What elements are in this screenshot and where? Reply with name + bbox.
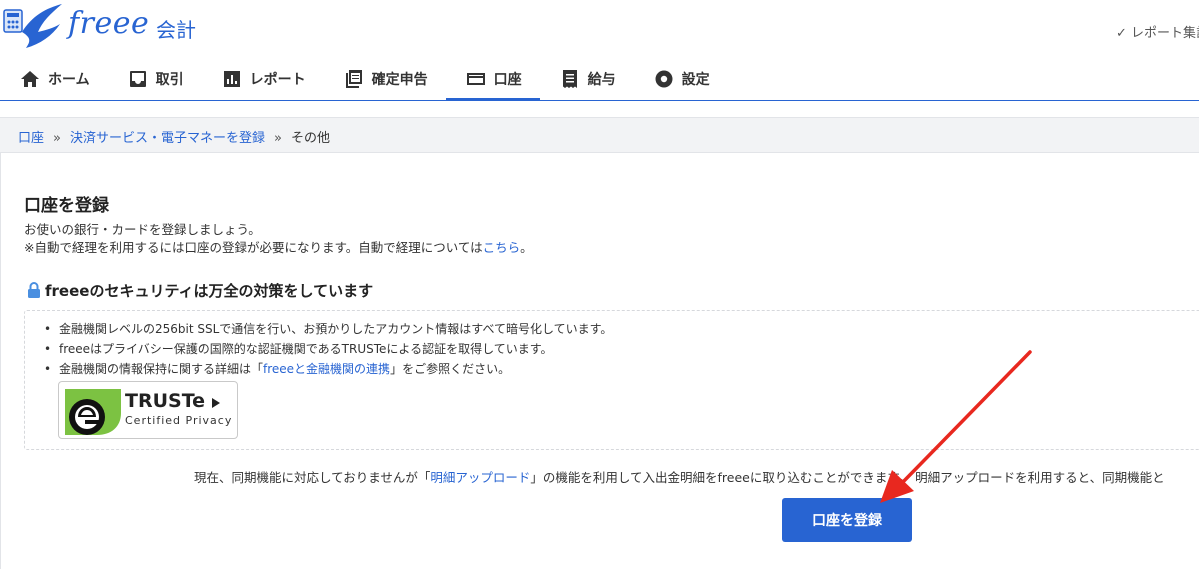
truste-badge[interactable]: TRUSTe Certified Privacy	[58, 381, 238, 439]
play-triangle-icon	[212, 398, 220, 408]
report-aggregation-link[interactable]: ✓ レポート集計	[1116, 22, 1199, 41]
nav-label: 給与	[587, 72, 616, 88]
home-icon	[21, 71, 39, 87]
page-note: ※自動で経理を利用するには口座の登録が必要になります。自動で経理についてはこちら…	[24, 237, 533, 256]
main-content: 口座を登録 お使いの銀行・カードを登録しましょう。 ※自動で経理を利用するには口…	[0, 153, 1199, 569]
document-stack-icon	[345, 70, 362, 88]
security-heading: freeeのセキュリティは万全の対策をしています	[27, 280, 373, 301]
nav-label: レポート	[249, 72, 306, 88]
nav-label: 口座	[493, 72, 522, 88]
card-icon	[466, 73, 485, 85]
page-title: 口座を登録	[24, 196, 109, 216]
bar-chart-icon	[223, 71, 240, 87]
nav-label: 確定申告	[371, 72, 428, 88]
upload-note-suffix: 」の機能を利用して入出金明細をfreeeに取り込むことができます。 明細アップロ…	[530, 470, 1165, 485]
upload-note-text: 現在、同期機能に対応しておりませんが「	[194, 470, 431, 485]
breadcrumb-link-payment-services[interactable]: 決済サービス・電子マネーを登録	[70, 131, 265, 146]
nav-item-transactions[interactable]: 取引	[108, 58, 202, 100]
page-note-text: ※自動で経理を利用するには口座の登録が必要になります。自動で経理については	[24, 240, 483, 255]
freee-logo[interactable]: freee 会計	[2, 2, 212, 54]
gear-icon	[655, 70, 673, 88]
breadcrumb-separator: »	[53, 131, 61, 146]
security-heading-text: freeeのセキュリティは万全の対策をしています	[45, 282, 374, 300]
truste-seal-icon	[65, 389, 121, 435]
nav-item-home[interactable]: ホーム	[0, 58, 108, 100]
security-list: 金融機関レベルの256bit SSLで通信を行い、お預かりしたアカウント情報はす…	[41, 319, 612, 379]
breadcrumb-current: その他	[290, 131, 330, 146]
breadcrumb-separator: »	[274, 131, 282, 146]
nav-label: 取引	[155, 72, 184, 88]
inbox-icon	[129, 71, 146, 87]
statement-upload-link[interactable]: 明細アップロード	[430, 470, 530, 485]
list-item: 金融機関の情報保持に関する詳細は「freeeと金融機関の連携」をご参照ください。	[41, 359, 612, 379]
receipt-icon	[562, 70, 577, 88]
breadcrumb: 口座 » 決済サービス・電子マネーを登録 » その他	[0, 117, 1199, 153]
truste-badge-title: TRUSTe	[125, 390, 206, 412]
lock-icon	[28, 282, 40, 298]
calculator-bird-logo-icon	[3, 4, 62, 48]
page-description: お使いの銀行・カードを登録しましょう。	[24, 222, 261, 237]
freee-bank-integration-link[interactable]: freeeと金融機関の連携	[263, 362, 390, 376]
list-item: freeeはプライバシー保護の国際的な認証機関であるTRUSTeによる認証を取得…	[41, 339, 612, 359]
nav-item-tax-return[interactable]: 確定申告	[324, 58, 446, 100]
nav-item-settings[interactable]: 設定	[634, 58, 728, 100]
nav-item-payroll[interactable]: 給与	[540, 58, 634, 100]
truste-badge-subtitle: Certified Privacy	[125, 414, 233, 427]
breadcrumb-link-accounts[interactable]: 口座	[18, 131, 44, 146]
page-note-suffix: 。	[520, 240, 533, 255]
app-header: freee 会計 ✓ レポート集計 ホーム 取引 レポート 確定申告 口座 給与	[0, 0, 1199, 101]
auto-accounting-help-link[interactable]: こちら	[483, 240, 521, 255]
list-item: 金融機関レベルの256bit SSLで通信を行い、お預かりしたアカウント情報はす…	[41, 319, 612, 339]
main-nav: ホーム 取引 レポート 確定申告 口座 給与 設定	[0, 58, 728, 101]
nav-item-reports[interactable]: レポート	[202, 58, 324, 100]
nav-label: 設定	[681, 72, 710, 88]
logo-product-name: 会計	[156, 18, 196, 42]
security-info-box: 金融機関レベルの256bit SSLで通信を行い、お預かりしたアカウント情報はす…	[24, 310, 1199, 450]
logo-wordmark: freee	[68, 6, 150, 41]
upload-note: 現在、同期機能に対応しておりませんが「明細アップロード」の機能を利用して入出金明…	[194, 467, 1165, 486]
nav-item-accounts[interactable]: 口座	[445, 58, 540, 101]
list-item-suffix: 」をご参照ください。	[390, 362, 511, 376]
nav-label: ホーム	[48, 72, 90, 88]
list-item-text: 金融機関の情報保持に関する詳細は「	[59, 362, 264, 376]
register-account-button[interactable]: 口座を登録	[782, 498, 912, 542]
